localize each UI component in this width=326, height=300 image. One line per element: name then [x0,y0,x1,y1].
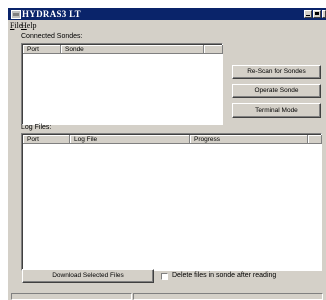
log-col-progress[interactable]: Progress [190,135,308,144]
menu-bar: File Help [8,20,326,32]
log-files-label: Log Files: [21,124,52,131]
log-col-log-file[interactable]: Log File [70,135,190,144]
minimize-button[interactable] [304,10,312,18]
sondes-list-header: Port Sonde [23,45,223,54]
sondes-col-sonde[interactable]: Sonde [61,45,204,54]
close-button[interactable] [322,10,326,18]
download-selected-files-button[interactable]: Download Selected Files [22,269,154,283]
log-files-list[interactable]: Port Log File Progress [21,133,322,271]
sondes-col-port[interactable]: Port [23,45,61,54]
rescan-sondes-button[interactable]: Re-Scan for Sondes [232,65,321,79]
maximize-button[interactable] [313,10,321,18]
connected-sondes-label: Connected Sondes: [21,33,83,40]
log-col-extra[interactable] [308,135,322,144]
app-window: HYDRAS3 LT File Help Connected Sondes: P… [8,8,326,300]
delete-files-label[interactable]: Delete files in sonde after reading [172,271,276,281]
terminal-mode-button[interactable]: Terminal Mode [232,103,321,118]
title-bar: HYDRAS3 LT [8,8,326,20]
log-col-port[interactable]: Port [23,135,70,144]
status-bar [8,293,326,300]
menu-help[interactable]: Help [21,20,37,32]
sondes-col-extra[interactable] [204,45,223,54]
status-panel-2 [133,293,323,300]
status-panel-1 [11,293,132,300]
window-title: HYDRAS3 LT [22,9,81,19]
operate-sonde-button[interactable]: Operate Sonde [232,84,321,98]
app-icon[interactable] [11,10,21,19]
delete-files-checkbox[interactable] [161,273,168,280]
menu-help-label: elp [26,21,37,30]
log-list-header: Port Log File Progress [23,135,322,144]
connected-sondes-list[interactable]: Port Sonde [21,43,223,125]
